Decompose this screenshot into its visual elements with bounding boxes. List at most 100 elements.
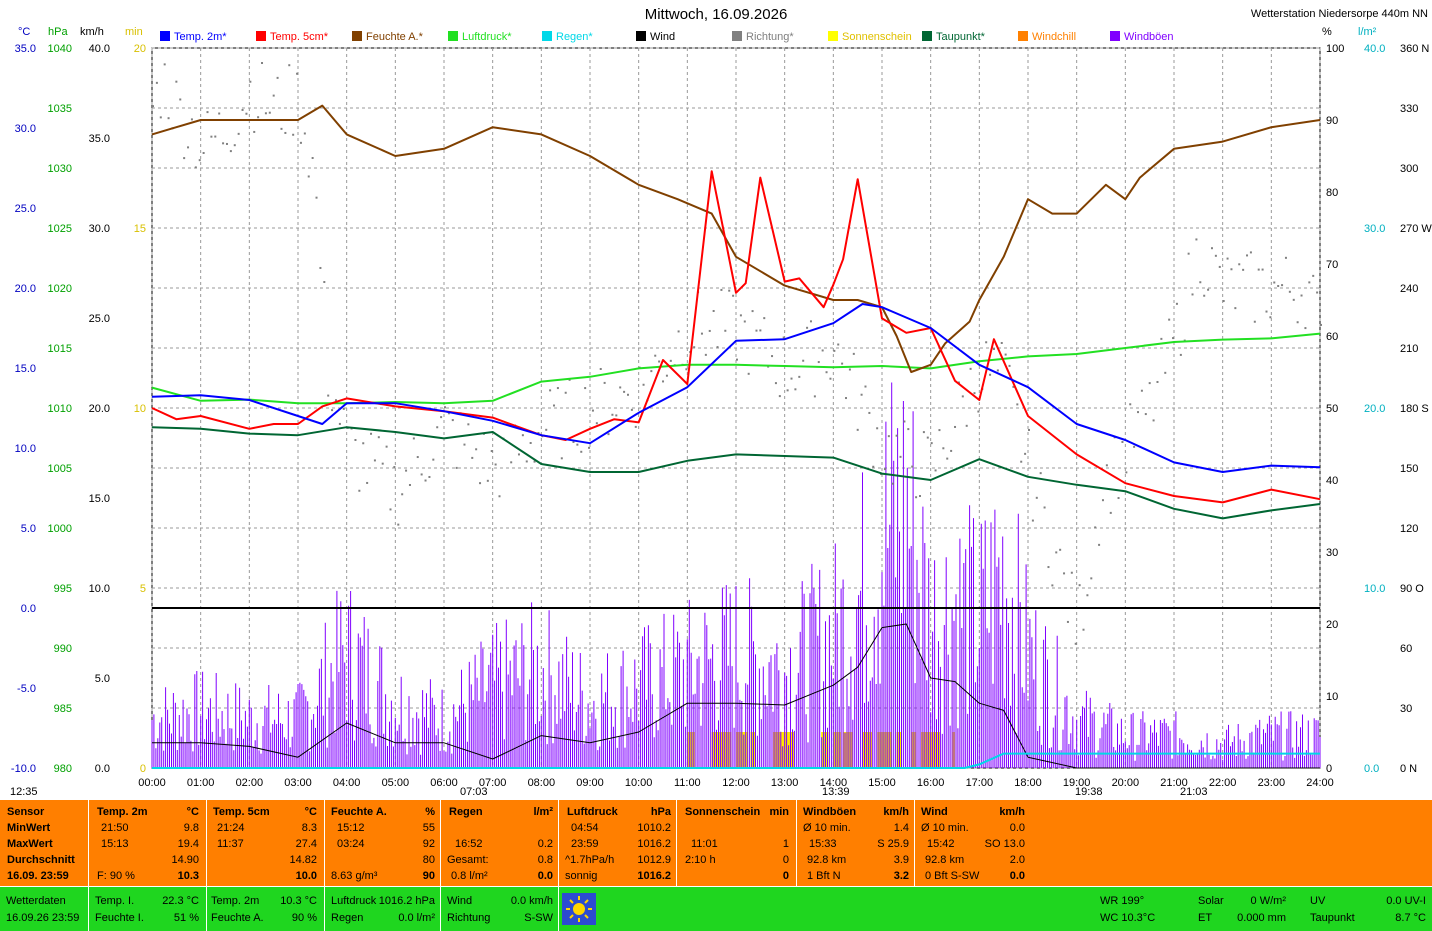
series-richtung-point (654, 354, 657, 357)
series-richtung-point (261, 62, 264, 65)
series-richtung-point (1156, 380, 1159, 383)
sonne-total: 2:10 h (685, 854, 716, 866)
series-richtung-point (603, 381, 606, 384)
axis-tick-rain-lm2: 40.0 (1364, 43, 1385, 55)
pressure-value: 1016.2 hPa (378, 895, 435, 907)
legend-label: Sonnenschein (842, 31, 912, 43)
legend-item: Wind (636, 31, 675, 43)
col-wind: Wind km/h Ø 10 min. 0.0 15:42 SO 13.0 92.8 … (914, 800, 1029, 886)
sunshine-block (772, 732, 795, 768)
axis-tick-temp-c: 15.0 (15, 363, 36, 375)
wind-max-time: 15:42 (927, 838, 955, 850)
moonset-time: 21:03 (1180, 786, 1208, 798)
series-richtung-point (778, 395, 781, 398)
series-richtung-point (440, 416, 443, 419)
series-richtung-point (155, 81, 158, 84)
series-richtung-point (152, 105, 154, 108)
wind-max: SO 13.0 (984, 838, 1025, 850)
sun-moon-times: 12:35 07:03 13:39 19:38 21:03 (0, 786, 1432, 800)
series-richtung-point (1207, 288, 1210, 291)
axis-tick-direction-deg: 360 N (1400, 43, 1429, 55)
series-richtung-point (611, 413, 614, 416)
series-richtung-point (907, 428, 910, 431)
series-richtung-point (887, 435, 890, 438)
series-richtung-point (903, 420, 906, 423)
legend-swatch (828, 31, 838, 41)
legend-swatch (542, 31, 552, 41)
axis-tick-wind-kmh: 0.0 (95, 763, 110, 775)
average-label: Durchschnitt (7, 854, 75, 866)
unit-pressure: hPa (48, 26, 68, 38)
series-richtung-point (467, 423, 470, 426)
axis-tick-sun-min: 15 (134, 223, 146, 235)
series-richtung-point (233, 144, 236, 147)
series-richtung-point (930, 442, 933, 445)
status-solar: Solar 0 W/m² ET 0.000 mm (1196, 887, 1306, 931)
series-richtung-point (1055, 551, 1058, 554)
windboeen-max-time: 15:33 (809, 838, 837, 850)
series-richtung-point (926, 436, 929, 439)
series-richtung-point (806, 326, 809, 329)
series-richtung-point (222, 142, 225, 145)
series-richtung-point (1000, 341, 1003, 344)
status-timestamp: 16.09.26 23:59 (6, 912, 80, 924)
sunrise-time: 07:03 (460, 786, 488, 798)
series-richtung-point (1210, 247, 1213, 250)
solar-label: Solar (1198, 895, 1224, 907)
sensor-header: Sensor (7, 806, 45, 818)
status-wr-wc: WR 199° WC 10.3°C (1094, 887, 1194, 931)
series-richtung-point (739, 314, 742, 317)
legend-item: Sonnenschein (828, 31, 912, 43)
series-richtung-point (1160, 337, 1163, 340)
series-richtung-point (946, 457, 949, 460)
series-richtung-point (175, 80, 178, 83)
axis-tick-wind-kmh: 5.0 (95, 673, 110, 685)
series-richtung-point (626, 393, 629, 396)
series-richtung-point (1257, 268, 1260, 271)
series-richtung-point (1195, 238, 1198, 241)
unit-speed: km/h (80, 26, 104, 38)
dewpoint-label: Taupunkt (1310, 912, 1355, 924)
windboeen-avg: 3.9 (893, 854, 909, 866)
series-richtung-point (210, 135, 213, 138)
series-richtung-point (825, 371, 828, 374)
unit-percent: % (1322, 26, 1332, 38)
series-richtung-point (700, 332, 703, 335)
series-richtung-point (229, 150, 232, 153)
series-richtung-point (299, 141, 302, 144)
axis-tick-pressure-hpa: 1010 (48, 403, 72, 415)
rain-label: Regen (331, 912, 364, 924)
luftdruck-header: Luftdruck (567, 806, 618, 818)
series-richtung-point (985, 341, 988, 344)
series-richtung-point (1234, 307, 1237, 310)
series-richtung-point (1304, 327, 1307, 330)
outdoor-temp-label: Temp. 2m (211, 895, 260, 907)
temp5cm-current: 10.0 (295, 870, 317, 882)
status-bar: Wetterdaten 16.09.26 23:59 Temp. I. 22.3… (0, 887, 1432, 931)
series-richtung-point (1242, 268, 1245, 271)
series-richtung-point (942, 447, 945, 450)
axis-tick-direction-deg: 90 O (1400, 583, 1424, 595)
series-richtung-point (1070, 571, 1073, 574)
legend-swatch (160, 31, 170, 41)
wind-direction-deg: WR 199° (1100, 895, 1145, 907)
legend-label: Taupunkt* (936, 31, 985, 43)
unit-min: min (125, 26, 143, 38)
pressure-label: Luftdruck (331, 895, 377, 907)
series-richtung-point (833, 349, 836, 352)
series-richtung-point (883, 468, 886, 471)
series-richtung-point (412, 437, 415, 440)
series-richtung-point (471, 456, 474, 459)
indoor-temp-label: Temp. I. (95, 895, 135, 907)
sunny-weather-icon (562, 893, 596, 925)
series-richtung-point (813, 395, 816, 398)
axis-tick-pressure-hpa: 985 (54, 703, 72, 715)
series-richtung-point (938, 429, 941, 432)
axis-tick-wind-kmh: 30.0 (89, 223, 110, 235)
axis-tick-humidity-pct: 80 (1326, 187, 1338, 199)
weather-chart: 35.0 30.0 25.0 20.0 15.0 10.0 5.0 0.0 -5.0 -10.0 1… (0, 0, 1432, 800)
series-richtung-point (560, 457, 563, 460)
direction-value: S-SW (524, 912, 553, 924)
series-richtung-point (996, 369, 999, 372)
series-richtung-point (630, 408, 633, 411)
